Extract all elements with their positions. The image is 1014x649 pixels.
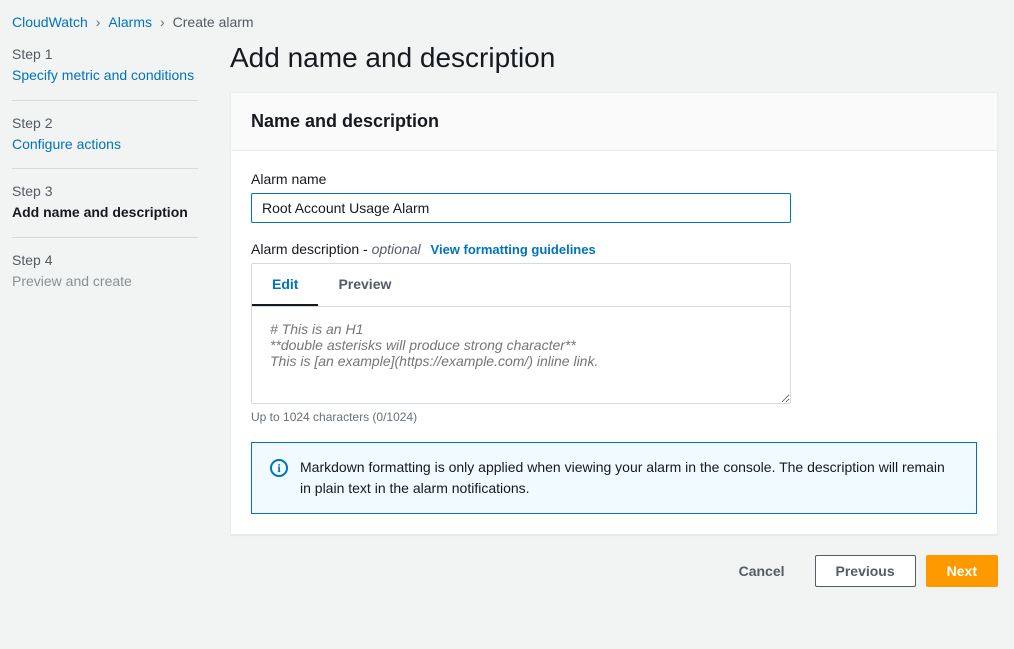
- info-text: Markdown formatting is only applied when…: [300, 457, 958, 499]
- alarm-description-textarea[interactable]: [252, 307, 790, 403]
- tab-preview[interactable]: Preview: [318, 264, 411, 306]
- step-number: Step 1: [12, 46, 198, 62]
- main-content: Add name and description Name and descri…: [230, 38, 1006, 591]
- chevron-right-icon: ›: [160, 14, 165, 30]
- alarm-description-label: Alarm description - optional View format…: [251, 241, 977, 257]
- breadcrumb: CloudWatch › Alarms › Create alarm: [0, 0, 1014, 38]
- character-count-hint: Up to 1024 characters (0/1024): [251, 410, 977, 424]
- sidebar-step-3: Step 3 Add name and description: [12, 179, 198, 238]
- breadcrumb-cloudwatch[interactable]: CloudWatch: [12, 14, 88, 30]
- step-number: Step 2: [12, 115, 198, 131]
- alarm-description-label-text: Alarm description -: [251, 241, 372, 257]
- page-title: Add name and description: [230, 42, 998, 74]
- step-current-name: Add name and description: [12, 203, 198, 223]
- alarm-name-group: Alarm name: [251, 171, 977, 223]
- step-link-actions[interactable]: Configure actions: [12, 136, 121, 152]
- panel-title: Name and description: [251, 111, 977, 132]
- tab-edit[interactable]: Edit: [252, 264, 318, 306]
- optional-text: optional: [372, 241, 421, 257]
- next-button[interactable]: Next: [926, 555, 998, 587]
- previous-button[interactable]: Previous: [815, 555, 916, 587]
- alarm-name-label: Alarm name: [251, 171, 977, 187]
- markdown-info-box: i Markdown formatting is only applied wh…: [251, 442, 977, 514]
- breadcrumb-alarms[interactable]: Alarms: [108, 14, 152, 30]
- step-link-metric[interactable]: Specify metric and conditions: [12, 67, 194, 83]
- breadcrumb-current: Create alarm: [173, 14, 254, 30]
- wizard-footer-actions: Cancel Previous Next: [230, 555, 998, 591]
- sidebar-step-4: Step 4 Preview and create: [12, 248, 198, 306]
- sidebar-step-1[interactable]: Step 1 Specify metric and conditions: [12, 42, 198, 101]
- cancel-button[interactable]: Cancel: [719, 555, 805, 587]
- step-number: Step 4: [12, 252, 198, 268]
- formatting-guidelines-link[interactable]: View formatting guidelines: [431, 242, 596, 257]
- alarm-name-input[interactable]: [251, 193, 791, 223]
- sidebar-step-2[interactable]: Step 2 Configure actions: [12, 111, 198, 170]
- step-number: Step 3: [12, 183, 198, 199]
- chevron-right-icon: ›: [96, 14, 101, 30]
- name-description-panel: Name and description Alarm name Alarm de…: [230, 92, 998, 535]
- panel-header: Name and description: [231, 93, 997, 151]
- description-editor: Edit Preview: [251, 263, 791, 404]
- step-disabled-preview: Preview and create: [12, 272, 198, 292]
- info-icon: i: [270, 459, 288, 477]
- editor-tabs: Edit Preview: [252, 264, 790, 307]
- wizard-sidebar: Step 1 Specify metric and conditions Ste…: [8, 38, 198, 591]
- alarm-description-group: Alarm description - optional View format…: [251, 241, 977, 424]
